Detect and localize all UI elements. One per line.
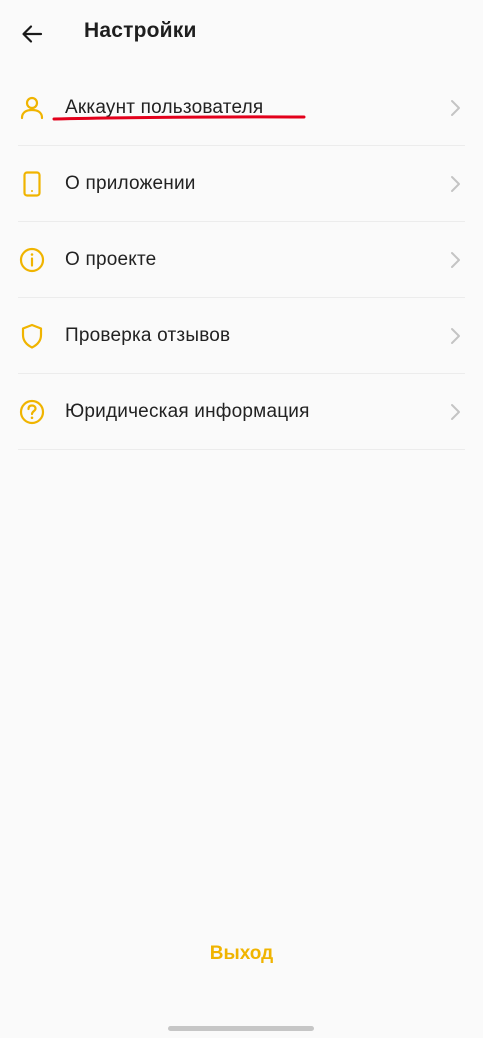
navigation-gesture-bar[interactable] (168, 1026, 314, 1031)
chevron-right-icon (451, 403, 460, 420)
menu-item-user-account[interactable]: Аккаунт пользователя (18, 70, 465, 146)
logout-button[interactable]: Выход (210, 943, 273, 964)
app-header: Настройки (0, 0, 483, 66)
user-icon (18, 94, 46, 122)
menu-item-label: О приложении (65, 172, 196, 194)
menu-item-label: Юридическая информация (65, 400, 310, 422)
menu-item-about-app[interactable]: О приложении (18, 146, 465, 222)
menu-item-about-project[interactable]: О проекте (18, 222, 465, 298)
menu-item-label: О проекте (65, 248, 157, 270)
red-underline-annotation (52, 115, 306, 121)
menu-item-label: Проверка отзывов (65, 324, 231, 346)
chevron-right-icon (451, 251, 460, 268)
settings-menu: Аккаунт пользователя О приложении О прое… (0, 70, 483, 450)
page-title: Настройки (84, 19, 197, 42)
menu-item-review-check[interactable]: Проверка отзывов (18, 298, 465, 374)
menu-item-legal-info[interactable]: Юридическая информация (18, 374, 465, 450)
back-button[interactable] (14, 16, 50, 52)
chevron-right-icon (451, 175, 460, 192)
logout-button-container: Выход (0, 943, 483, 965)
chevron-right-icon (451, 99, 460, 116)
phone-icon (18, 170, 46, 198)
help-icon (18, 398, 46, 426)
chevron-right-icon (451, 327, 460, 344)
arrow-left-icon (22, 25, 43, 43)
shield-icon (18, 322, 46, 350)
info-icon (18, 246, 46, 274)
